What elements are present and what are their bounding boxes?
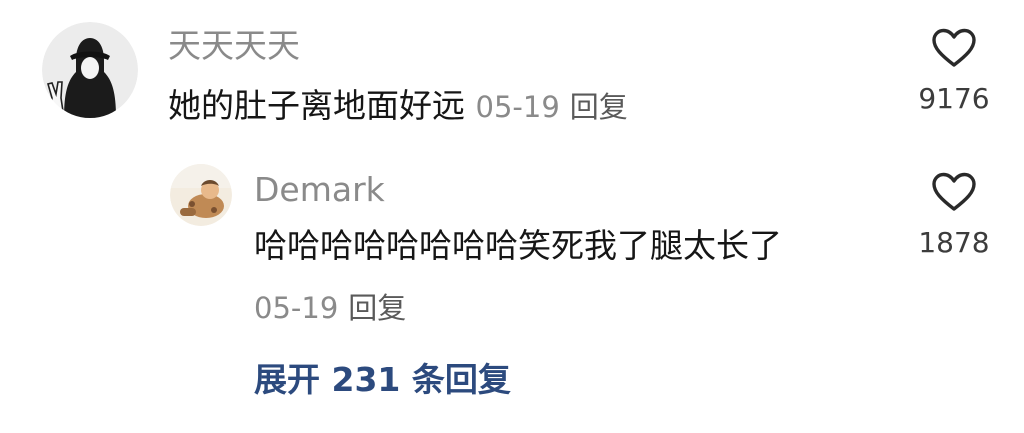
comment-like-count: 9176 — [918, 82, 990, 115]
reply-like[interactable]: 1878 — [914, 172, 994, 260]
reply-date: 05-19 — [254, 291, 339, 325]
reply-reply-button[interactable]: 回复 — [348, 291, 406, 325]
comment-username[interactable]: 天天天天 — [168, 26, 300, 66]
reply-like-count: 1878 — [918, 226, 990, 259]
comment-meta: 05-19 回复 — [476, 90, 628, 124]
avatar[interactable] — [42, 22, 138, 118]
comment-body: 她的肚子离地面好远 05-19 回复 — [168, 84, 628, 129]
heart-outline-icon[interactable] — [931, 172, 977, 212]
comment-text: 她的肚子离地面好远 — [168, 86, 465, 125]
reply-meta: 05-19 回复 — [254, 286, 406, 330]
avatar-image — [42, 22, 138, 118]
comment-date: 05-19 — [475, 90, 560, 124]
avatar[interactable] — [170, 164, 232, 226]
avatar-image — [170, 164, 232, 226]
heart-outline-icon[interactable] — [931, 28, 977, 68]
reply-username[interactable]: Demark — [254, 170, 385, 210]
expand-replies-link[interactable]: 展开 231 条回复 — [254, 360, 511, 400]
comment-reply-button[interactable]: 回复 — [570, 90, 628, 124]
comment-like[interactable]: 9176 — [914, 28, 994, 116]
reply-text: 哈哈哈哈哈哈哈哈笑死我了腿太长了 — [254, 226, 782, 265]
